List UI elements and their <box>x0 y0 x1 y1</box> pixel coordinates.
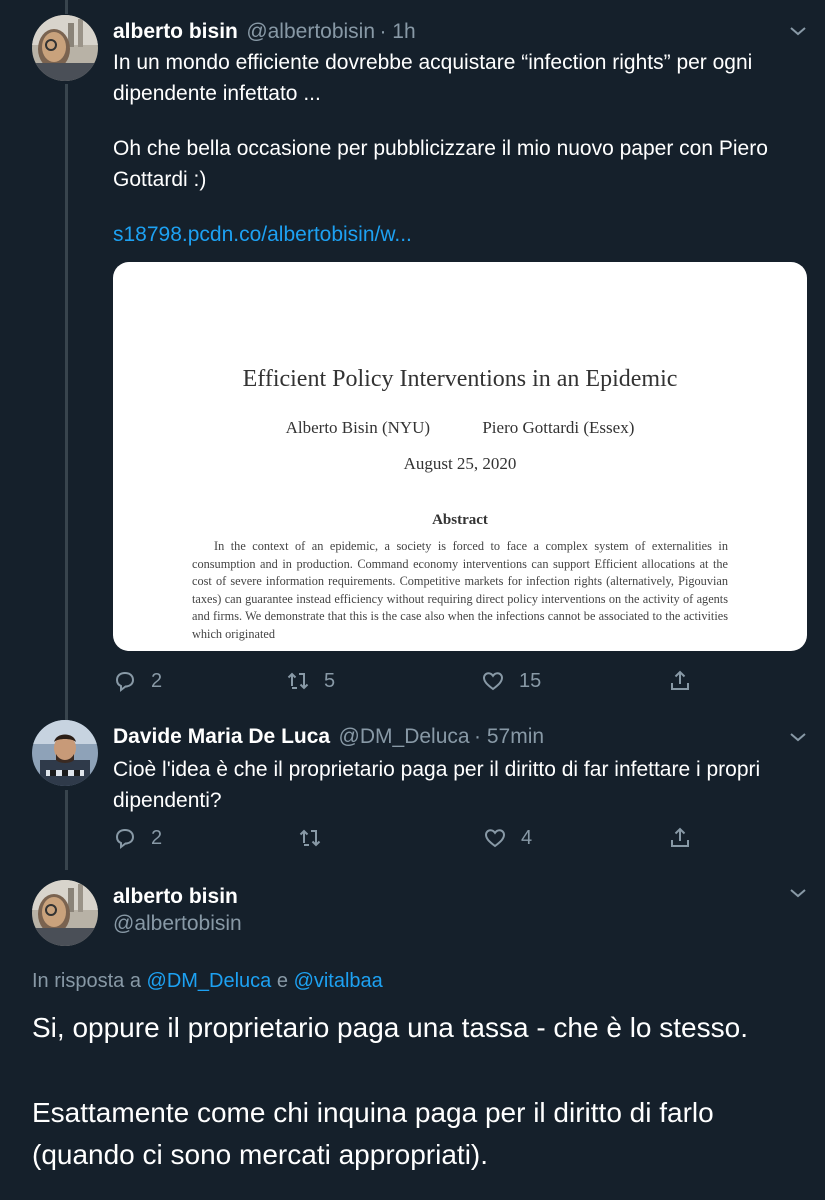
reply-icon <box>115 671 135 693</box>
like-count: 15 <box>519 669 542 692</box>
username[interactable]: @albertobisin <box>246 20 375 43</box>
username[interactable]: @DM_Deluca <box>339 725 470 748</box>
like-icon <box>484 829 506 848</box>
paper-date: August 25, 2020 <box>403 454 517 473</box>
reply-button[interactable]: 2 <box>113 669 162 693</box>
tweet-text-line: (quando ci sono mercati appropriati). <box>32 1139 489 1170</box>
reply-and: e <box>276 970 288 992</box>
tweet-text: In un mondo efficiente dovrebbe acquista… <box>113 47 752 109</box>
tweet-header: alberto bisin @albertobisin · 1h <box>113 20 416 44</box>
display-name[interactable]: Davide Maria De Luca <box>113 725 330 748</box>
retweet-icon <box>299 829 321 847</box>
reply-count: 2 <box>151 826 163 849</box>
timestamp[interactable]: · 57min <box>474 725 544 748</box>
paper-author: Alberto Bisin (NYU) <box>285 418 431 437</box>
mention-link[interactable]: @DM_Deluca <box>147 970 272 992</box>
thread-line <box>65 84 68 720</box>
share-icon <box>671 827 689 847</box>
thread-line <box>65 0 68 14</box>
reply-context: In risposta a @DM_Deluca e @vitalbaa <box>32 970 383 993</box>
tweet-link[interactable]: s18798.pcdn.co/albertobisin/w... <box>113 219 412 250</box>
like-button[interactable]: 4 <box>483 826 532 850</box>
timestamp[interactable]: · 1h <box>379 20 415 43</box>
retweet-count: 5 <box>324 669 336 692</box>
chevron-down-icon[interactable] <box>788 883 808 903</box>
tweet-text-line: In un mondo efficiente dovrebbe acquista… <box>113 51 753 74</box>
tweet-text-line: Si, oppure il proprietario paga una tass… <box>32 1012 748 1043</box>
reply-button[interactable]: 2 <box>113 826 162 850</box>
like-count: 4 <box>521 826 533 849</box>
retweet-button[interactable] <box>298 826 322 850</box>
tweet-text-line: Cioè l'idea è che il proprietario paga p… <box>113 758 761 781</box>
avatar[interactable] <box>32 880 98 946</box>
avatar[interactable] <box>32 720 98 786</box>
avatar[interactable] <box>32 15 98 81</box>
display-name[interactable]: alberto bisin <box>113 20 238 43</box>
paper-author: Piero Gottardi (Essex) <box>482 418 635 437</box>
like-button[interactable]: 15 <box>481 669 541 693</box>
display-name[interactable]: alberto bisin <box>113 885 242 909</box>
tweet-text: Oh che bella occasione per pubblicizzare… <box>113 133 768 195</box>
display-name-block: alberto bisin @albertobisin <box>113 885 242 936</box>
tweet-text-line: Esattamente come chi inquina paga per il… <box>32 1097 714 1128</box>
reply-icon <box>115 828 135 850</box>
share-icon <box>671 670 689 690</box>
retweet-icon <box>287 672 309 690</box>
paper-abstract-heading: Abstract <box>432 512 488 528</box>
tweet-text-line: Oh che bella occasione per pubblicizzare… <box>113 137 768 160</box>
chevron-down-icon[interactable] <box>788 21 808 41</box>
mention-link[interactable]: @vitalbaa <box>294 970 383 992</box>
share-button[interactable] <box>668 826 692 850</box>
chevron-down-icon[interactable] <box>788 727 808 747</box>
tweet-text-line: dipendenti? <box>113 789 222 812</box>
retweet-button[interactable]: 5 <box>286 669 335 693</box>
share-button[interactable] <box>668 669 692 693</box>
like-icon <box>482 672 504 691</box>
reply-count: 2 <box>151 669 163 692</box>
tweet-text-line: dipendente infettato ... <box>113 82 321 105</box>
tweet-header: Davide Maria De Luca @DM_Deluca · 57min <box>113 725 544 749</box>
tweet-text: Cioè l'idea è che il proprietario paga p… <box>113 754 760 816</box>
paper-title: Efficient Policy Interventions in an Epi… <box>242 366 678 392</box>
tweet-text-line: Gottardi :) <box>113 168 207 191</box>
paper-abstract: In the context of an epidemic, a society… <box>192 539 728 641</box>
thread-line <box>65 790 68 870</box>
link-preview-card[interactable]: Efficient Policy Interventions in an Epi… <box>113 262 807 651</box>
paper-authors: Alberto Bisin (NYU) Piero Gottardi (Esse… <box>113 418 807 438</box>
username[interactable]: @albertobisin <box>113 912 242 936</box>
reply-prefix: In risposta a <box>32 970 141 992</box>
